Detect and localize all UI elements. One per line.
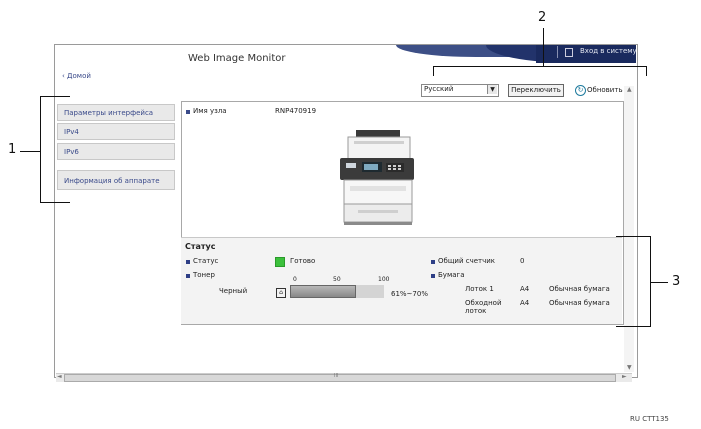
tray-paper-type: Обычная бумага <box>549 285 610 293</box>
callout-bracket-3 <box>650 236 651 327</box>
callout-bracket-1 <box>40 96 41 203</box>
callout-bracket-1 <box>40 96 70 97</box>
toner-scale-min: 0 <box>293 276 297 283</box>
callout-bracket-2 <box>433 66 434 76</box>
sidebar-item-label: Информация об аппарате <box>64 177 160 185</box>
scroll-up-icon[interactable]: ▲ <box>627 86 632 93</box>
toner-bullet-icon <box>186 274 190 278</box>
total-counter-value: 0 <box>520 257 525 265</box>
toner-cartridge-icon: ⌂ <box>276 288 286 298</box>
callout-bracket-3 <box>616 236 650 237</box>
sidebar-item-ipv4[interactable]: IPv4 <box>57 123 175 140</box>
callout-bracket-3 <box>616 326 650 327</box>
sidebar-item-label: IPv6 <box>64 148 79 156</box>
counter-bullet-icon <box>431 260 435 264</box>
toner-scale-mid: 50 <box>333 276 341 283</box>
tray-name: Лоток 1 <box>465 285 494 293</box>
sidebar-item-label: Параметры интерфейса <box>64 109 154 117</box>
scroll-down-icon[interactable]: ▼ <box>627 364 632 371</box>
tray-name: Обходной лоток <box>465 299 502 315</box>
sidebar-item-device-info[interactable]: Информация об аппарате <box>57 170 175 190</box>
status-label: Статус <box>193 257 219 265</box>
sidebar-item-label: IPv4 <box>64 128 79 136</box>
callout-bracket-2 <box>433 66 647 67</box>
callout-number-2: 2 <box>538 10 547 25</box>
sidebar-item-ipv6[interactable]: IPv6 <box>57 143 175 160</box>
refresh-icon[interactable]: ↻ <box>575 85 586 96</box>
toner-level-fill <box>290 285 356 298</box>
callout-line-3 <box>650 282 668 283</box>
switch-language-button[interactable]: Переключить <box>508 84 564 97</box>
login-icon[interactable] <box>565 48 573 57</box>
app-title: Web Image Monitor <box>188 53 286 64</box>
status-bullet-icon <box>186 260 190 264</box>
sidebar-item-interface-settings[interactable]: Параметры интерфейса <box>57 104 175 121</box>
host-name-label: Имя узла <box>193 107 227 115</box>
header-divider <box>557 46 558 58</box>
vertical-scrollbar[interactable] <box>624 86 634 372</box>
callout-line-1 <box>20 151 40 152</box>
status-title: Статус <box>185 242 216 251</box>
status-value: Готово <box>290 257 316 265</box>
refresh-link[interactable]: Обновить <box>587 86 623 94</box>
scroll-left-icon[interactable]: ◄ <box>57 373 62 380</box>
scroll-grip-icon: III <box>334 373 339 379</box>
language-select-value: Русский <box>424 85 454 93</box>
callout-number-3: 3 <box>672 274 681 289</box>
ready-status-icon <box>275 257 285 267</box>
total-counter-label: Общий счетчик <box>438 257 496 265</box>
tray-size: A4 <box>520 299 530 307</box>
toner-color-label: Черный <box>219 287 248 295</box>
status-panel <box>181 237 622 324</box>
toner-scale-max: 100 <box>378 276 390 283</box>
toner-level-range: 61%~70% <box>391 290 428 298</box>
tray-paper-type: Обычная бумага <box>549 299 610 307</box>
callout-bracket-1 <box>40 202 70 203</box>
login-link[interactable]: Вход в систему <box>580 47 637 55</box>
home-link[interactable]: ‹ Домой <box>62 72 91 80</box>
paper-label: Бумага <box>438 271 465 279</box>
callout-number-1: 1 <box>8 142 17 157</box>
scroll-right-icon[interactable]: ► <box>622 373 627 380</box>
host-bullet-icon <box>186 110 190 114</box>
callout-bracket-2 <box>646 66 647 76</box>
figure-code: RU CTT135 <box>630 415 669 423</box>
home-link-label: Домой <box>67 72 91 80</box>
printer-image <box>340 130 414 225</box>
tray-size: A4 <box>520 285 530 293</box>
callout-line-2 <box>543 28 544 66</box>
paper-bullet-icon <box>431 274 435 278</box>
chevron-down-icon[interactable]: ▼ <box>487 85 497 94</box>
toner-label: Тонер <box>193 271 215 279</box>
host-name-value: RNP470919 <box>275 107 317 115</box>
horizontal-scroll-thumb[interactable] <box>64 374 616 382</box>
